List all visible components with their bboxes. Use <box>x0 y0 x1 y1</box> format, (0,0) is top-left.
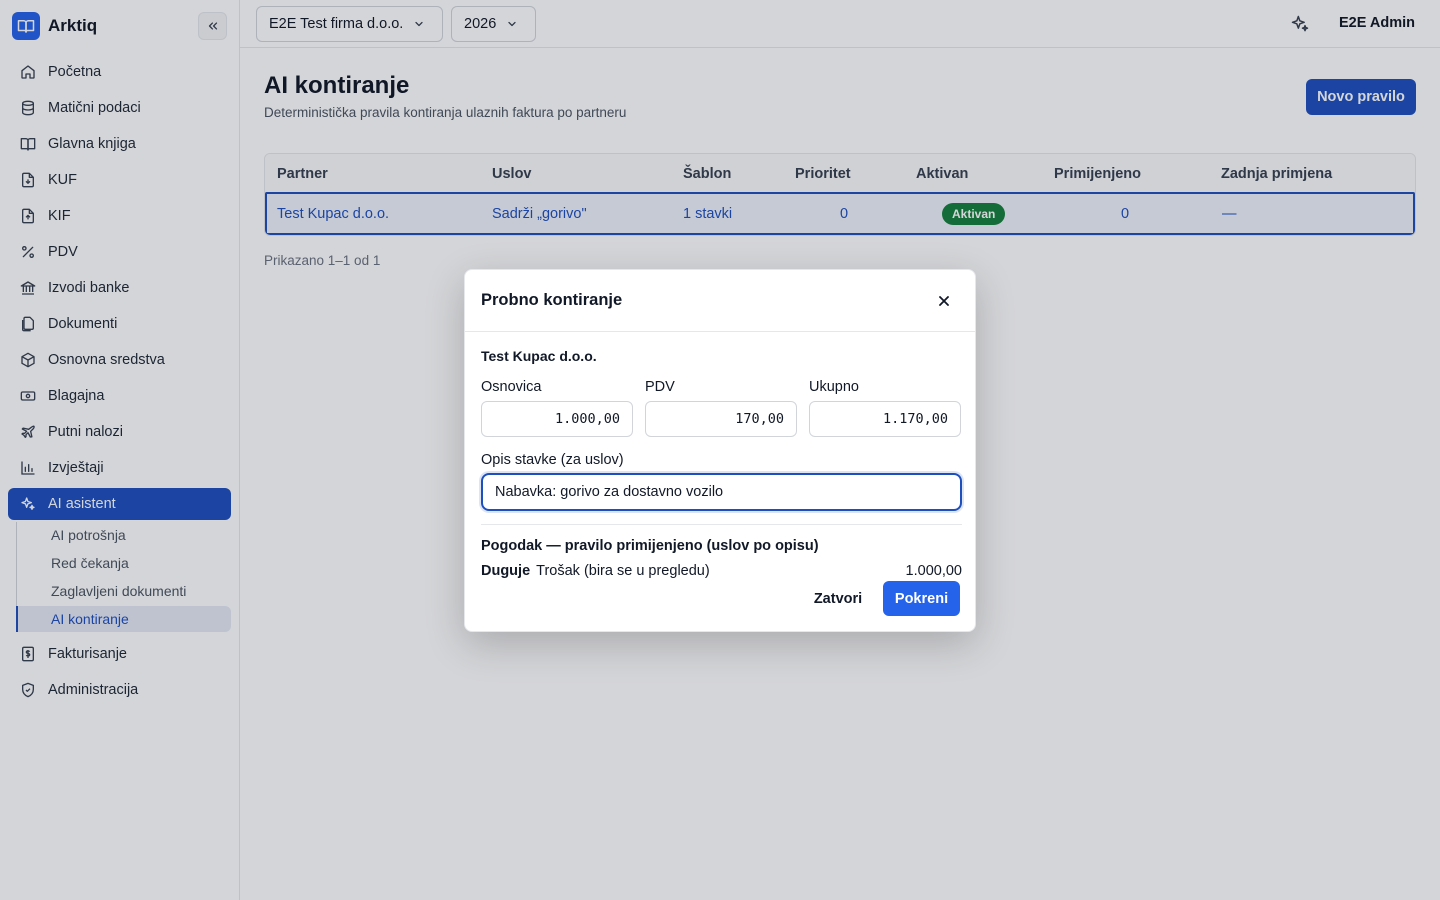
test-posting-dialog: Probno kontiranje Test Kupac d.o.o. Osno… <box>464 269 976 632</box>
debit-label: Duguje <box>481 563 531 579</box>
vat-amount-input[interactable]: 170,00 <box>645 401 797 437</box>
item-description-input[interactable]: Nabavka: gorivo za dostavno vozilo <box>481 473 962 511</box>
total-amount-label: Ukupno <box>809 379 859 395</box>
debit-amount: 1.000,00 <box>905 563 962 579</box>
debit-account: Trošak (bira se u pregledu) <box>536 563 710 579</box>
divider <box>481 524 962 525</box>
total-amount-input[interactable]: 1.170,00 <box>809 401 961 437</box>
close-button[interactable]: Zatvori <box>805 582 871 616</box>
item-description-label: Opis stavke (za uslov) <box>481 452 624 468</box>
dialog-header: Probno kontiranje <box>465 270 975 332</box>
base-amount-label: Osnovica <box>481 379 542 395</box>
run-button[interactable]: Pokreni <box>883 581 960 616</box>
vat-amount-label: PDV <box>645 379 675 395</box>
match-result-title: Pogodak — pravilo primijenjeno (uslov po… <box>481 538 819 554</box>
base-amount-input[interactable]: 1.000,00 <box>481 401 633 437</box>
posting-line: Duguje Trošak (bira se u pregledu) 1.000,… <box>481 563 962 579</box>
dialog-partner: Test Kupac d.o.o. <box>481 348 597 364</box>
close-icon[interactable] <box>935 292 953 310</box>
dialog-title: Probno kontiranje <box>481 291 623 309</box>
